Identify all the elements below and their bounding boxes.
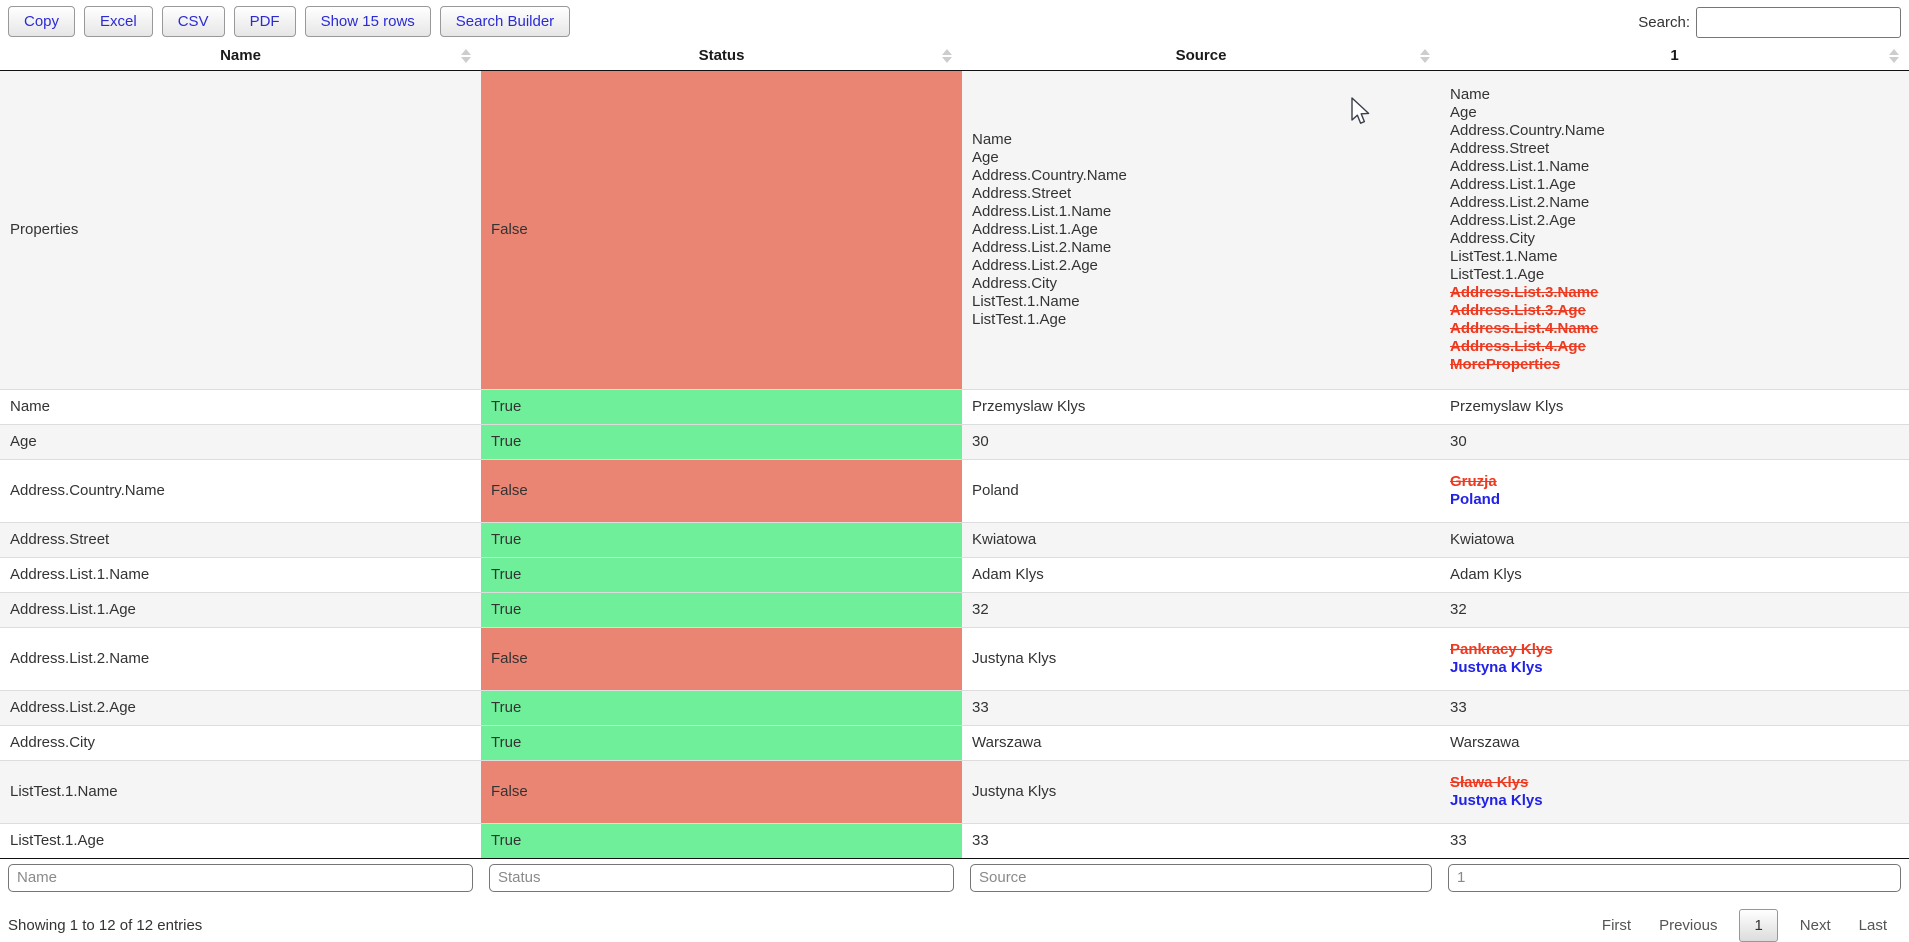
property-name-cell: Address.Country.Name	[0, 459, 481, 522]
target-value-cell: Pankracy KlysJustyna Klys	[1440, 627, 1909, 690]
table-row: Address.List.1.Name True Adam Klys Adam …	[0, 557, 1909, 592]
status-cell: True	[481, 823, 962, 858]
target-value-cell: Warszawa	[1440, 725, 1909, 760]
sort-icon	[942, 49, 952, 63]
target-value-cell: Adam Klys	[1440, 557, 1909, 592]
status-cell: True	[481, 389, 962, 424]
target-value-cell: NameAgeAddress.Country.NameAddress.Stree…	[1440, 70, 1909, 389]
table-row: Name True Przemyslaw Klys Przemyslaw Kly…	[0, 389, 1909, 424]
status-cell: False	[481, 760, 962, 823]
status-cell: True	[481, 522, 962, 557]
column-header-status[interactable]: Status	[481, 42, 962, 70]
source-value-cell: Justyna Klys	[962, 627, 1440, 690]
source-value-cell: Adam Klys	[962, 557, 1440, 592]
header-row: Name Status Source 1	[0, 42, 1909, 70]
column-header-label: Status	[699, 47, 745, 64]
source-value-cell: Kwiatowa	[962, 522, 1440, 557]
source-value-cell: NameAgeAddress.Country.NameAddress.Stree…	[962, 70, 1440, 389]
table-row: Address.List.2.Age True 33 33	[0, 690, 1909, 725]
column-header-1[interactable]: 1	[1440, 42, 1909, 70]
status-cell: True	[481, 690, 962, 725]
target-value-cell: Sława KlysJustyna Klys	[1440, 760, 1909, 823]
source-value-cell: 32	[962, 592, 1440, 627]
property-name-cell: Address.List.2.Name	[0, 627, 481, 690]
table-row: Address.List.1.Age True 32 32	[0, 592, 1909, 627]
table-row: Address.Street True Kwiatowa Kwiatowa	[0, 522, 1909, 557]
source-value-cell: 30	[962, 424, 1440, 459]
status-cell: True	[481, 725, 962, 760]
toolbar: Copy Excel CSV PDF Show 15 rows Search B…	[0, 0, 1909, 42]
entries-info: Showing 1 to 12 of 12 entries	[8, 917, 202, 934]
comparison-table: Name Status Source 1 Properties False Na…	[0, 42, 1909, 897]
export-button-group: Copy Excel CSV PDF Show 15 rows Search B…	[8, 6, 570, 37]
table-row: Address.City True Warszawa Warszawa	[0, 725, 1909, 760]
current-page-button[interactable]: 1	[1739, 909, 1777, 942]
property-name-cell: Address.List.2.Age	[0, 690, 481, 725]
property-name-cell: Address.List.1.Name	[0, 557, 481, 592]
next-page-button[interactable]: Next	[1786, 909, 1845, 942]
target-value-cell: 33	[1440, 823, 1909, 858]
status-cell: True	[481, 424, 962, 459]
copy-button[interactable]: Copy	[8, 6, 75, 37]
sort-icon	[1420, 49, 1430, 63]
pagination: First Previous 1 Next Last	[1588, 909, 1901, 942]
source-value-cell: 33	[962, 690, 1440, 725]
property-name-cell: Address.City	[0, 725, 481, 760]
property-name-cell: ListTest.1.Name	[0, 760, 481, 823]
pdf-button[interactable]: PDF	[234, 6, 296, 37]
property-name-cell: Name	[0, 389, 481, 424]
filter-input-name[interactable]	[8, 864, 473, 892]
table-row: Address.List.2.Name False Justyna Klys P…	[0, 627, 1909, 690]
property-name-cell: Properties	[0, 70, 481, 389]
property-name-cell: Address.List.1.Age	[0, 592, 481, 627]
target-value-cell: Kwiatowa	[1440, 522, 1909, 557]
sort-icon	[461, 49, 471, 63]
column-header-label: 1	[1670, 47, 1678, 64]
search-builder-button[interactable]: Search Builder	[440, 6, 570, 37]
table-row: Age True 30 30	[0, 424, 1909, 459]
search-area: Search:	[1638, 6, 1901, 38]
show-rows-button[interactable]: Show 15 rows	[305, 6, 431, 37]
status-cell: False	[481, 459, 962, 522]
source-value-cell: 33	[962, 823, 1440, 858]
first-page-button[interactable]: First	[1588, 909, 1645, 942]
target-value-cell: Przemyslaw Klys	[1440, 389, 1909, 424]
search-label: Search:	[1638, 14, 1690, 31]
status-cell: False	[481, 70, 962, 389]
filter-input-source[interactable]	[970, 864, 1432, 892]
column-header-label: Source	[1176, 47, 1227, 64]
table-row: ListTest.1.Age True 33 33	[0, 823, 1909, 858]
table-row: Properties False NameAgeAddress.Country.…	[0, 70, 1909, 389]
excel-button[interactable]: Excel	[84, 6, 153, 37]
sort-icon	[1889, 49, 1899, 63]
property-name-cell: ListTest.1.Age	[0, 823, 481, 858]
filter-input-1[interactable]	[1448, 864, 1901, 892]
last-page-button[interactable]: Last	[1845, 909, 1901, 942]
status-cell: False	[481, 627, 962, 690]
property-name-cell: Address.Street	[0, 522, 481, 557]
column-header-source[interactable]: Source	[962, 42, 1440, 70]
target-value-cell: 30	[1440, 424, 1909, 459]
target-value-cell: 33	[1440, 690, 1909, 725]
filter-row	[0, 858, 1909, 897]
table-footer-bar: Showing 1 to 12 of 12 entries First Prev…	[0, 897, 1909, 942]
source-value-cell: Warszawa	[962, 725, 1440, 760]
status-cell: True	[481, 592, 962, 627]
table-row: Address.Country.Name False Poland Gruzja…	[0, 459, 1909, 522]
csv-button[interactable]: CSV	[162, 6, 225, 37]
source-value-cell: Przemyslaw Klys	[962, 389, 1440, 424]
column-header-label: Name	[220, 47, 261, 64]
column-header-name[interactable]: Name	[0, 42, 481, 70]
filter-input-status[interactable]	[489, 864, 954, 892]
property-name-cell: Age	[0, 424, 481, 459]
target-value-cell: 32	[1440, 592, 1909, 627]
target-value-cell: GruzjaPoland	[1440, 459, 1909, 522]
source-value-cell: Poland	[962, 459, 1440, 522]
status-cell: True	[481, 557, 962, 592]
source-value-cell: Justyna Klys	[962, 760, 1440, 823]
previous-page-button[interactable]: Previous	[1645, 909, 1731, 942]
search-input[interactable]	[1696, 7, 1901, 38]
table-row: ListTest.1.Name False Justyna Klys Sława…	[0, 760, 1909, 823]
